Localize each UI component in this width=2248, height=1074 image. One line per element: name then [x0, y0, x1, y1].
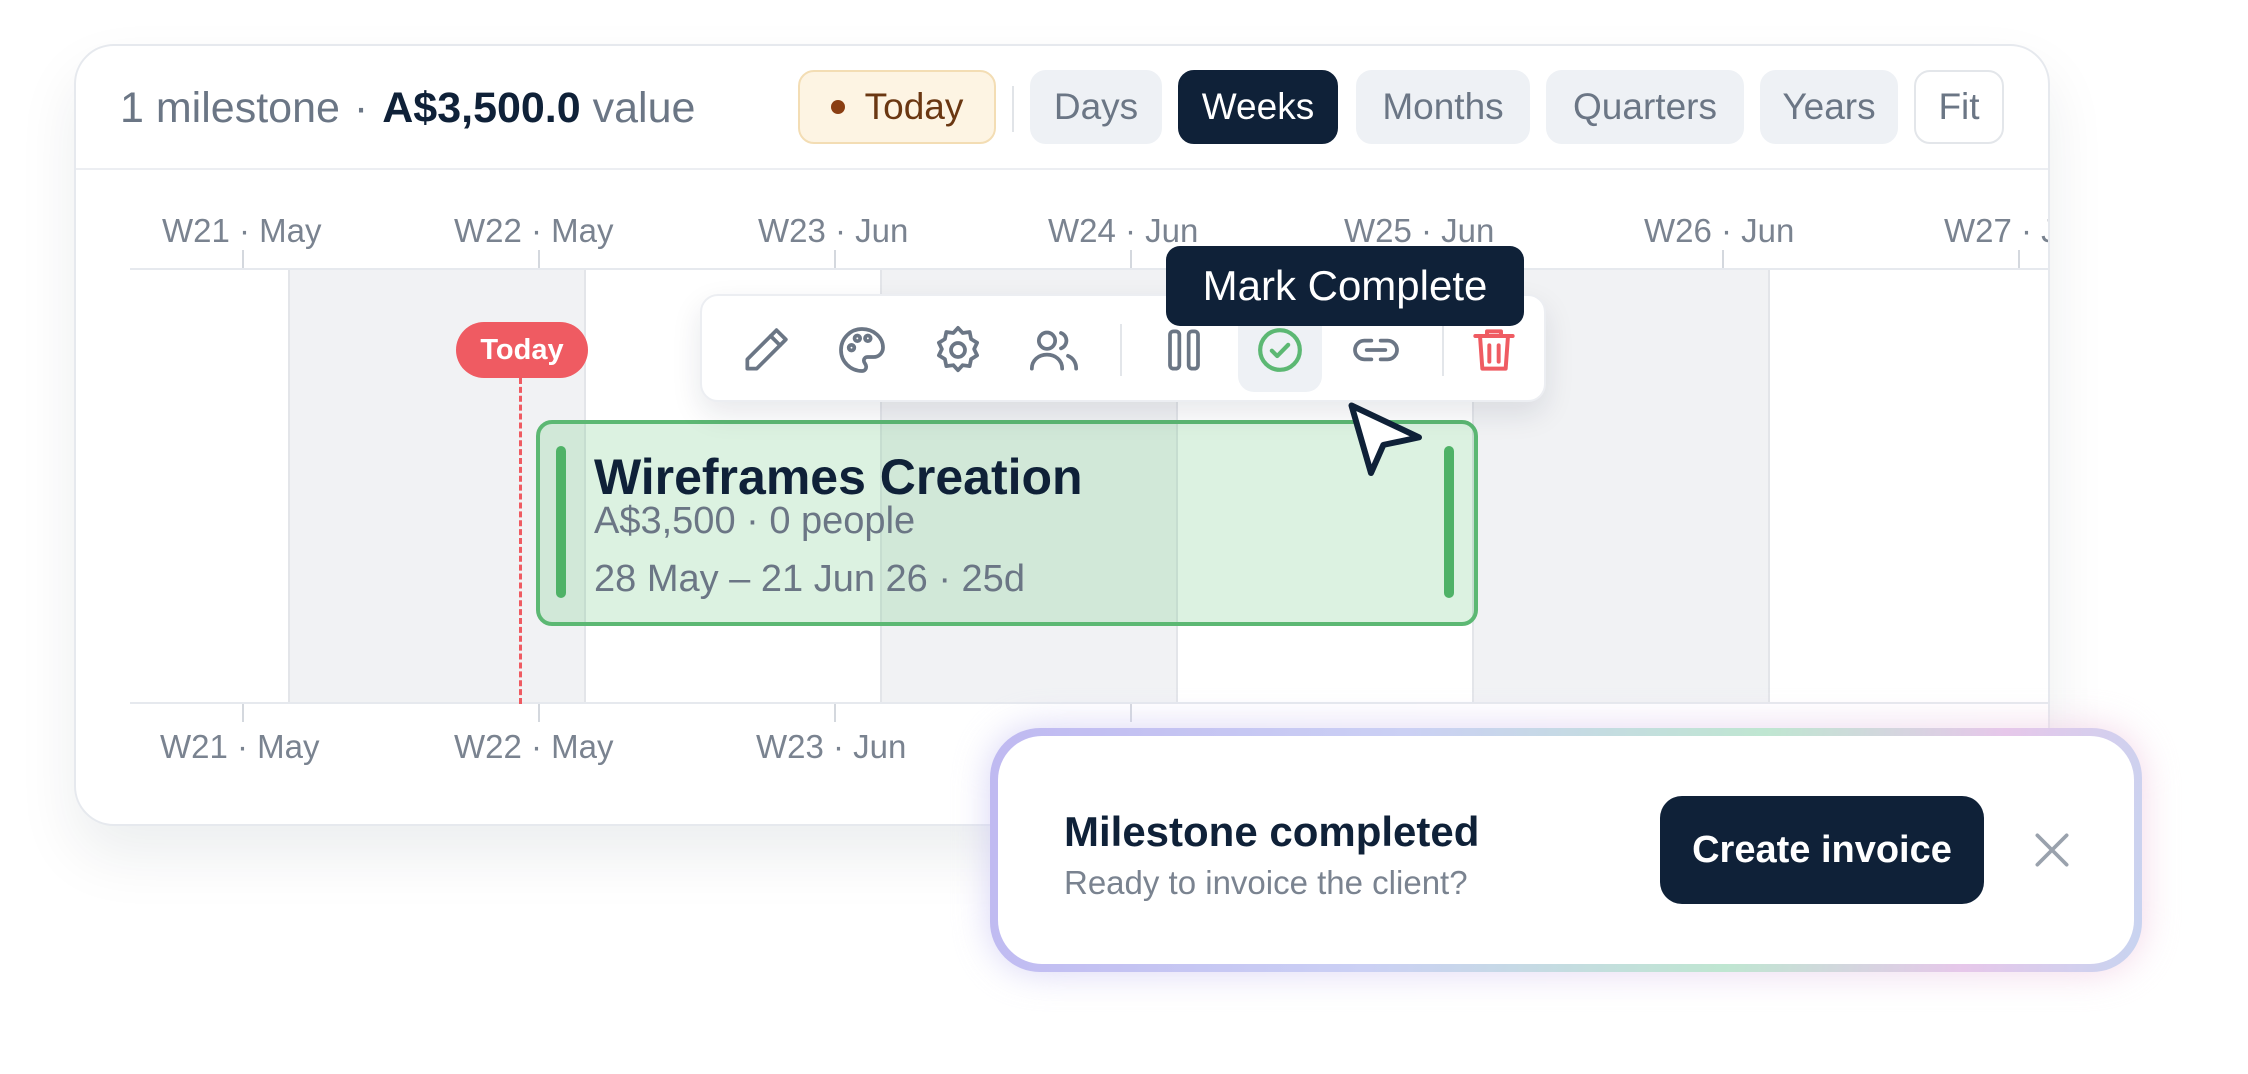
week-label-top: W27 · Jul — [1944, 212, 2048, 249]
toast-subtitle: Ready to invoice the client? — [1064, 864, 1468, 901]
total-value: A$3,500.0 — [382, 84, 581, 132]
close-icon[interactable] — [2030, 828, 2074, 872]
axis-tick — [1722, 250, 1724, 268]
today-dot-icon — [830, 100, 845, 114]
week-label-top: W25 · Jun — [1344, 212, 1495, 249]
axis-tick — [834, 250, 836, 268]
palette-icon[interactable] — [820, 308, 904, 392]
settings-icon[interactable] — [916, 308, 1000, 392]
today-line — [519, 378, 522, 704]
view-weeks-button[interactable]: Weeks — [1178, 70, 1338, 144]
bottom-axis-line — [130, 702, 2048, 704]
view-days-button[interactable]: Days — [1030, 70, 1162, 144]
action-bar-divider — [1120, 324, 1122, 376]
milestone-dates: 28 May – 21 Jun 26 · 25d — [594, 558, 1025, 600]
mark-complete-tooltip: Mark Complete — [1166, 246, 1524, 326]
milestone-name: Wireframes Creation — [594, 449, 1083, 505]
axis-tick — [538, 250, 540, 268]
timeline-card: 1 milestone · A$3,500.0 value Today Days W… — [74, 44, 2050, 826]
milestone-completed-toast: Milestone completed Ready to invoice the… — [998, 736, 2134, 964]
view-months-button[interactable]: Months — [1356, 70, 1530, 144]
today-marker: Today — [456, 322, 588, 378]
people-icon[interactable] — [1012, 308, 1096, 392]
week-label-bottom: W22 · May — [454, 728, 614, 765]
week-label-bottom: W23 · Jun — [756, 728, 907, 765]
week-label-top: W22 · May — [454, 212, 614, 249]
mouse-cursor-icon — [1348, 402, 1422, 476]
top-axis-line — [130, 268, 2048, 270]
axis-tick — [242, 704, 244, 722]
action-bar-divider — [1442, 324, 1444, 376]
edit-icon[interactable] — [724, 308, 808, 392]
toast-title: Milestone completed — [1064, 808, 1480, 855]
summary-separator: · — [353, 84, 369, 132]
today-button[interactable]: Today — [798, 70, 996, 144]
axis-tick — [2018, 250, 2020, 268]
week-label-top: W26 · Jun — [1644, 212, 1795, 249]
milestone-resize-handle-end[interactable] — [1444, 446, 1454, 598]
week-label-bottom: W21 · May — [160, 728, 320, 765]
milestone-resize-handle-start[interactable] — [556, 446, 566, 598]
week-divider — [1768, 270, 1770, 704]
toolbar-divider — [1012, 86, 1014, 132]
axis-tick — [1130, 250, 1132, 268]
week-label-top: W21 · May — [162, 212, 322, 249]
axis-tick — [538, 704, 540, 722]
view-years-button[interactable]: Years — [1760, 70, 1898, 144]
view-quarters-button[interactable]: Quarters — [1546, 70, 1744, 144]
milestone-meta: A$3,500 · 0 people — [594, 500, 916, 542]
axis-tick — [1130, 704, 1132, 722]
milestone-bar[interactable]: Wireframes Creation A$3,500 · 0 people 2… — [536, 420, 1478, 626]
today-button-label: Today — [864, 86, 964, 127]
value-suffix: value — [592, 84, 696, 132]
week-divider — [288, 270, 290, 704]
view-fit-button[interactable]: Fit — [1914, 70, 2004, 144]
week-label-top: W24 · Jun — [1048, 212, 1199, 249]
create-invoice-button[interactable]: Create invoice — [1660, 796, 1984, 904]
timeline-toolbar: 1 milestone · A$3,500.0 value Today Days W… — [76, 46, 2048, 170]
axis-tick — [834, 704, 836, 722]
milestone-count: 1 milestone — [120, 84, 340, 132]
axis-tick — [242, 250, 244, 268]
timeline-summary: 1 milestone · A$3,500.0 value — [120, 84, 695, 133]
week-label-top: W23 · Jun — [758, 212, 909, 249]
